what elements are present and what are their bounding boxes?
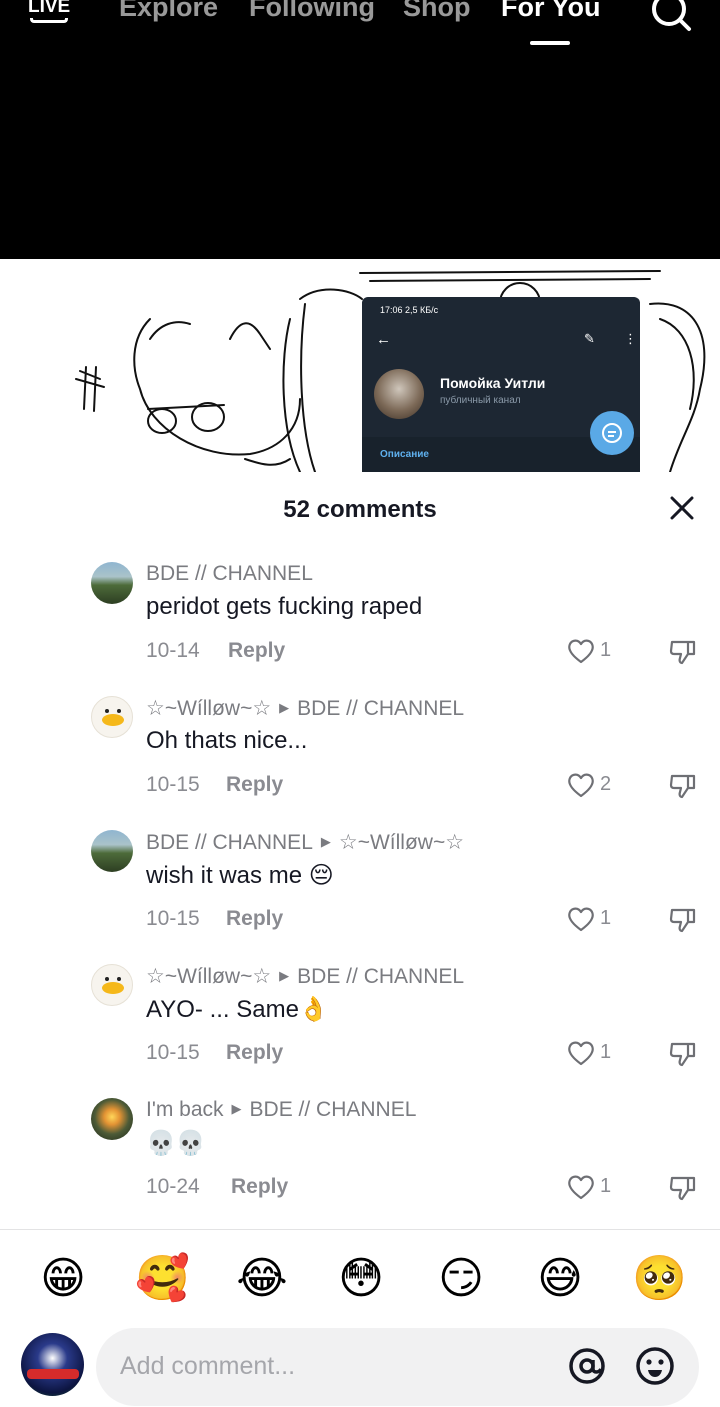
username-text[interactable]: BDE // CHANNEL <box>146 831 313 854</box>
heart-icon[interactable] <box>566 904 596 934</box>
avatar[interactable] <box>91 1098 133 1140</box>
username-text[interactable]: ☆~Wílløw~☆ <box>146 697 271 720</box>
comment-username[interactable]: BDE // CHANNEL <box>146 562 313 586</box>
like-count: 2 <box>600 773 612 795</box>
reply-button[interactable]: Reply <box>231 1175 288 1199</box>
comments-sheet: 52 comments BDE // CHANNEL peridot gets … <box>0 472 720 1407</box>
reply-arrow-icon: ▶ <box>279 968 290 983</box>
comment-item: ☆~Wílløw~☆ ▶ BDE // CHANNEL Oh thats nice.… <box>0 696 720 830</box>
comment-text: AYO- ... Same👌 <box>146 996 329 1023</box>
comment-date: 10-14 <box>146 639 200 662</box>
reply-to-username[interactable]: BDE // CHANNEL <box>250 1098 417 1121</box>
comment-composer: Add comment... <box>0 1328 720 1407</box>
reply-to-username[interactable]: BDE // CHANNEL <box>297 965 464 988</box>
comment-username[interactable]: I'm back ▶ BDE // CHANNEL <box>146 1098 416 1122</box>
username-text[interactable]: I'm back <box>146 1098 224 1121</box>
like-count: 1 <box>600 639 612 661</box>
comment-date: 10-24 <box>146 1175 200 1198</box>
heart-icon[interactable] <box>566 636 596 666</box>
comment-item: I'm back ▶ BDE // CHANNEL 💀💀 10-24 Reply 1 <box>0 1098 720 1232</box>
comment-input-placeholder: Add comment... <box>120 1352 296 1380</box>
emoji-smirk[interactable]: 😏 <box>434 1252 488 1306</box>
live-button[interactable]: LIVE <box>28 0 72 32</box>
emoji-grin[interactable]: 😁 <box>36 1252 90 1306</box>
chat-bubble-icon <box>590 411 634 455</box>
heart-icon[interactable] <box>566 770 596 800</box>
thumbs-down-icon[interactable] <box>668 1038 698 1068</box>
phone-status-bar: 17:06 2,5 КБ/с <box>380 305 439 315</box>
mention-icon[interactable] <box>566 1345 608 1387</box>
channel-avatar <box>374 369 424 419</box>
emoji-smiling-hearts[interactable]: 🥰 <box>135 1252 190 1306</box>
video-player[interactable]: LIVE Explore Following Shop For You <box>0 0 720 259</box>
username-text[interactable]: ☆~Wílløw~☆ <box>146 965 271 988</box>
close-icon[interactable] <box>666 492 698 524</box>
like-count: 1 <box>600 1175 612 1197</box>
comment-text: 💀💀 <box>146 1130 206 1157</box>
pencil-icon: ✎ <box>584 331 595 346</box>
search-icon[interactable] <box>650 0 692 32</box>
comment-item: ☆~Wílløw~☆ ▶ BDE // CHANNEL AYO- ... Same👌… <box>0 964 720 1098</box>
emoji-sweat-smile[interactable]: 😅 <box>533 1252 587 1306</box>
like-count: 1 <box>600 907 612 929</box>
tab-explore[interactable]: Explore <box>119 0 218 23</box>
thumbs-down-icon[interactable] <box>668 1172 698 1202</box>
reply-button[interactable]: Reply <box>226 773 283 797</box>
reply-button[interactable]: Reply <box>226 1041 283 1065</box>
comment-item: BDE // CHANNEL ▶ ☆~Wílløw~☆ wish it was me… <box>0 830 720 964</box>
thumbs-down-icon[interactable] <box>668 636 698 666</box>
video-preview-frame: 17:06 2,5 КБ/с ← ✎ ⋮ Помойка Уитли публи… <box>0 259 720 472</box>
heart-icon[interactable] <box>566 1038 596 1068</box>
emoji-pleading[interactable]: 🥺 <box>632 1252 687 1306</box>
heart-icon[interactable] <box>566 1172 596 1202</box>
divider <box>0 1229 720 1230</box>
emoji-flushed[interactable]: 😳 <box>334 1252 388 1306</box>
comment-username[interactable]: BDE // CHANNEL ▶ ☆~Wílløw~☆ <box>146 830 464 855</box>
reply-to-username[interactable]: BDE // CHANNEL <box>297 697 464 720</box>
avatar[interactable] <box>21 1333 84 1396</box>
tab-shop[interactable]: Shop <box>403 0 471 23</box>
like-count: 1 <box>600 1041 612 1063</box>
avatar[interactable] <box>91 830 133 872</box>
avatar[interactable] <box>91 696 133 738</box>
comment-item: BDE // CHANNEL peridot gets fucking rape… <box>0 562 720 696</box>
thumbs-down-icon[interactable] <box>668 770 698 800</box>
top-nav: LIVE Explore Following Shop For You <box>0 0 720 48</box>
active-tab-indicator <box>530 41 570 45</box>
phone-screenshot: 17:06 2,5 КБ/с ← ✎ ⋮ Помойка Уитли публи… <box>362 297 640 472</box>
reply-button[interactable]: Reply <box>228 639 285 663</box>
emoji-quick-bar: 😁 🥰 😂 😳 😏 😅 🥺 <box>0 1252 720 1308</box>
comments-count-title: 52 comments <box>283 496 437 523</box>
reply-arrow-icon: ▶ <box>320 834 331 849</box>
avatar[interactable] <box>91 964 133 1006</box>
back-arrow-icon: ← <box>376 331 391 348</box>
comment-text: wish it was me 😔 <box>146 862 334 889</box>
comment-text: peridot gets fucking raped <box>146 593 423 620</box>
emoji-tears-of-joy[interactable]: 😂 <box>235 1252 289 1306</box>
comment-input[interactable]: Add comment... <box>96 1328 699 1406</box>
comment-date: 10-15 <box>146 773 200 796</box>
reply-arrow-icon: ▶ <box>279 700 290 715</box>
reply-to-username[interactable]: ☆~Wílløw~☆ <box>339 831 464 854</box>
thumbs-down-icon[interactable] <box>668 904 698 934</box>
comment-date: 10-15 <box>146 1041 200 1064</box>
channel-subtitle: публичный канал <box>440 395 521 406</box>
comment-date: 10-15 <box>146 907 200 930</box>
live-tv-icon <box>30 18 68 23</box>
reply-arrow-icon: ▶ <box>231 1101 242 1116</box>
avatar[interactable] <box>91 562 133 604</box>
more-vertical-icon: ⋮ <box>624 331 637 346</box>
tab-for-you[interactable]: For You <box>501 0 601 23</box>
comment-username[interactable]: ☆~Wílløw~☆ ▶ BDE // CHANNEL <box>146 964 464 989</box>
emoji-picker-icon[interactable] <box>634 1345 676 1387</box>
reply-button[interactable]: Reply <box>226 907 283 931</box>
live-label: LIVE <box>28 0 71 17</box>
tab-following[interactable]: Following <box>249 0 375 23</box>
description-label: Описание <box>380 449 429 460</box>
comment-username[interactable]: ☆~Wílløw~☆ ▶ BDE // CHANNEL <box>146 696 464 721</box>
username-text[interactable]: BDE // CHANNEL <box>146 562 313 585</box>
comment-text: Oh thats nice... <box>146 727 308 754</box>
channel-title: Помойка Уитли <box>440 375 546 391</box>
